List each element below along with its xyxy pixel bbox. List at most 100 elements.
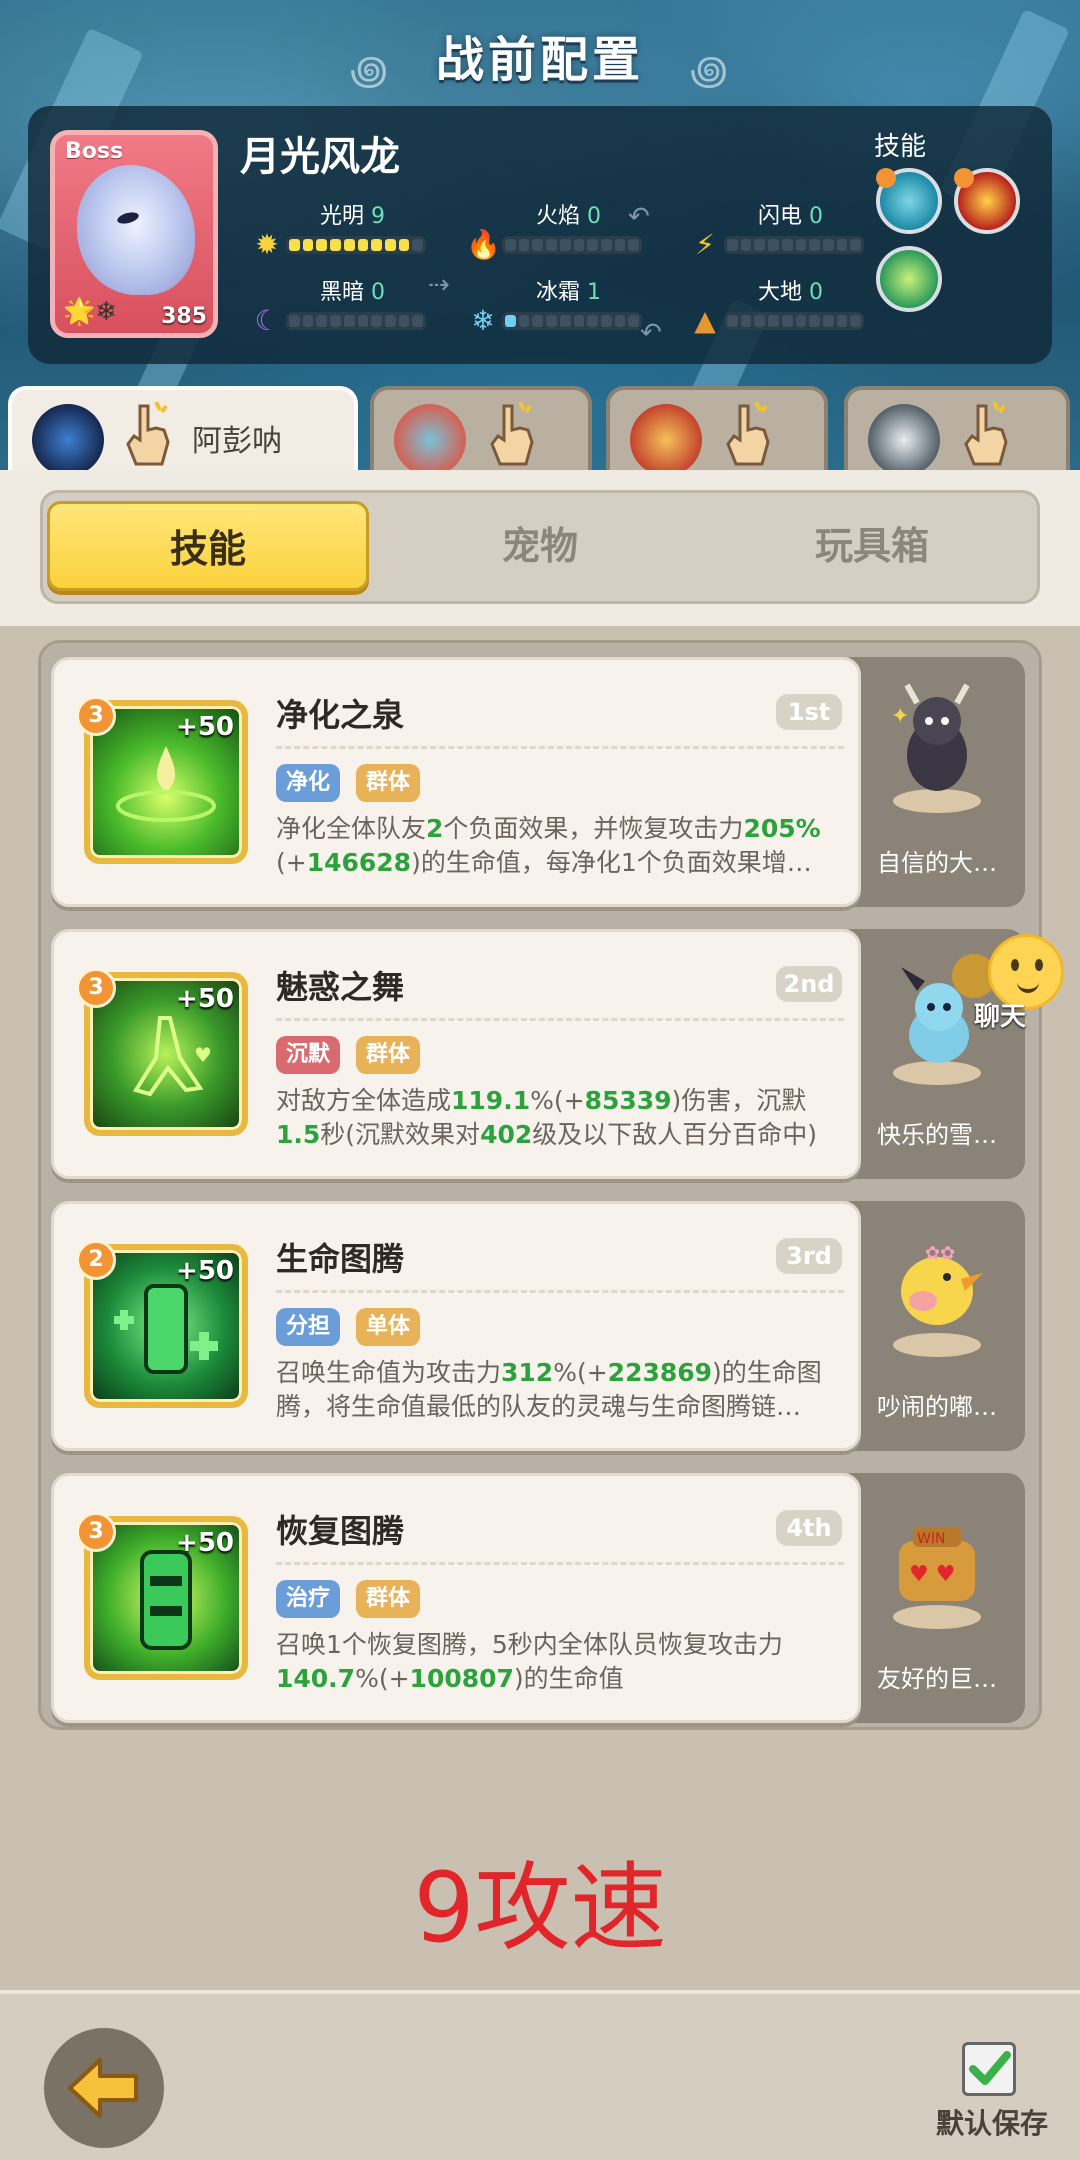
default-save-checkbox[interactable]: [962, 2042, 1016, 2096]
pet-slot[interactable]: ✿✿ 吵闹的嘟…: [849, 1201, 1025, 1451]
element-light: ✹ 光明 9: [250, 198, 450, 261]
pet-name: 自信的大…: [877, 849, 997, 877]
divider: [276, 1562, 844, 1565]
element-label: 黑暗: [320, 280, 365, 305]
pet-name: 友好的巨…: [877, 1665, 997, 1693]
skill-card-2[interactable]: 3 +50 ♥ 魅惑之舞 2nd 沉默 群体 对敌方全体造成119.1%(+85…: [51, 929, 861, 1179]
divider: [276, 1290, 844, 1293]
purify-spring-icon[interactable]: 3 +50: [76, 696, 248, 864]
element-label: 大地: [758, 280, 803, 305]
snowflake-icon: ❄: [471, 304, 495, 337]
skill-tag: 群体: [356, 764, 421, 802]
hero-avatar: [630, 404, 702, 476]
boss-skill-cyclone-icon[interactable]: [876, 246, 942, 312]
recovery-totem-icon[interactable]: 3 +50: [76, 1512, 248, 1680]
divider: [276, 746, 844, 749]
element-value: 0: [809, 280, 824, 305]
skill-tag: 分担: [276, 1308, 341, 1346]
tab-skills[interactable]: 技能: [47, 501, 369, 591]
hero-tab-2[interactable]: [370, 386, 592, 478]
boss-info-panel: Boss 🌟❄ 385 月光风龙 ✹ 光明 9 🔥 火焰 0 ⚡ 闪电 0 ☾ …: [28, 106, 1052, 364]
element-label: 火焰: [536, 204, 581, 229]
pet-name: 快乐的雪…: [877, 1121, 997, 1149]
boss-portrait[interactable]: Boss 🌟❄ 385: [50, 130, 218, 338]
skill-rank: 4th: [776, 1510, 842, 1546]
config-tabs-area: 技能 宠物 玩具箱: [0, 470, 1080, 626]
pet-name: 吵闹的嘟…: [877, 1393, 997, 1421]
robot-pet-icon: WIN ♥ ♥: [893, 1527, 981, 1629]
cycle-arrow-icon: ⇢: [428, 270, 450, 300]
bottom-bar: 默认保存: [0, 1990, 1080, 2160]
pet-slot[interactable]: ✦ 自信的大…: [849, 657, 1025, 907]
sun-icon: ✹: [255, 228, 279, 261]
skill-card-4[interactable]: 3 +50 恢复图腾 4th 治疗 群体 召唤1个恢复图腾，5秒内全体队员恢复攻…: [51, 1473, 861, 1723]
element-label: 冰霜: [536, 280, 581, 305]
element-value: 1: [587, 280, 602, 305]
cycle-arrow-icon: ↶: [628, 202, 650, 232]
life-totem-icon[interactable]: 2 +50: [76, 1240, 248, 1408]
moon-dragon-avatar: [77, 165, 195, 295]
skill-rank: 2nd: [776, 966, 842, 1002]
divider: [276, 1018, 844, 1021]
skill-card-1[interactable]: 3 +50 净化之泉 1st 净化 群体 净化全体队友2个负面效果，并恢复攻击力…: [51, 657, 861, 907]
element-bar: [502, 236, 642, 254]
skill-level-dot: [876, 168, 896, 188]
crescent-moon-icon: ☾: [254, 304, 280, 337]
boss-level: 385: [161, 304, 207, 329]
skill-description: 召唤生命值为攻击力312%(+223869)的生命图腾，将生命值最低的队友的灵魂…: [276, 1358, 822, 1421]
skill-tag: 治疗: [276, 1580, 341, 1618]
config-tabs: 技能 宠物 玩具箱: [40, 490, 1040, 604]
tap-hand-icon: [722, 400, 774, 470]
hero-tab-4[interactable]: [844, 386, 1070, 478]
light-frost-element-icon: 🌟❄: [63, 297, 118, 327]
default-save-label: 默认保存: [936, 2107, 1049, 2140]
element-frost: ❄ 冰霜 1: [466, 274, 666, 337]
pet-slot[interactable]: WIN ♥ ♥ 友好的巨…: [849, 1473, 1025, 1723]
skill-tag: 沉默: [276, 1036, 341, 1074]
hero-avatar: [868, 404, 940, 476]
hero-avatar: [32, 404, 104, 476]
skill-tag: 群体: [356, 1580, 421, 1618]
element-value: 0: [371, 280, 386, 305]
flame-icon: 🔥: [466, 228, 501, 261]
skill-card-3[interactable]: 2 +50 生命图腾 3rd 分担 单体 召唤生命值为攻击力312%(+2238…: [51, 1201, 861, 1451]
tab-pets[interactable]: 宠物: [379, 501, 701, 591]
svg-text:♥ ♥: ♥ ♥: [909, 1562, 955, 1587]
skill-list: ✦ 自信的大… 3 +50 净化之泉 1st 净化 群体 净化全体队友2个负面效…: [38, 640, 1042, 1730]
element-value: 0: [809, 204, 824, 229]
skill-level-dot: [954, 168, 974, 188]
element-bar: [724, 236, 864, 254]
skill-rank: 1st: [776, 694, 842, 730]
skill-description: 召唤1个恢复图腾，5秒内全体队员恢复攻击力140.7%(+100807)的生命值: [276, 1630, 783, 1693]
boss-skill-whirlwind-icon[interactable]: [876, 168, 942, 234]
element-label: 闪电: [758, 204, 803, 229]
skill-description: 对敌方全体造成119.1%(+85339)伤害，沉默1.5秒(沉默效果对402级…: [276, 1086, 818, 1149]
chat-button-label[interactable]: 聊天: [974, 996, 1026, 1033]
element-bar: [286, 236, 426, 254]
element-bar: [502, 312, 642, 330]
hero-avatar: [394, 404, 466, 476]
boss-skills-label: 技能: [874, 132, 927, 162]
hero-tab-3[interactable]: [606, 386, 828, 478]
tap-hand-icon: [122, 400, 174, 470]
element-earth: ▲ 大地 0: [688, 274, 888, 337]
element-bar: [286, 312, 426, 330]
charm-dance-icon[interactable]: 3 +50 ♥: [76, 968, 248, 1136]
element-lightning: ⚡ 闪电 0: [688, 198, 888, 261]
boss-skill-fire-wave-icon[interactable]: [954, 168, 1020, 234]
tab-toybox[interactable]: 玩具箱: [711, 501, 1033, 591]
back-button[interactable]: [44, 2028, 164, 2148]
cycle-arrow-icon: ↶: [640, 318, 662, 348]
hero-tab-1[interactable]: 阿彭呐: [8, 386, 358, 478]
back-arrow-icon: [68, 2058, 138, 2118]
hero-name: 阿彭呐: [192, 424, 282, 459]
element-value: 9: [371, 204, 386, 229]
element-value: 0: [587, 204, 602, 229]
skill-rank: 3rd: [776, 1238, 842, 1274]
skill-name: 净化之泉: [276, 696, 405, 734]
skill-tag: 群体: [356, 1036, 421, 1074]
skill-tag: 单体: [356, 1308, 421, 1346]
mountain-icon: ▲: [694, 304, 716, 337]
svg-text:✿✿: ✿✿: [925, 1243, 955, 1264]
overlay-note: 9攻速: [413, 1852, 667, 1964]
